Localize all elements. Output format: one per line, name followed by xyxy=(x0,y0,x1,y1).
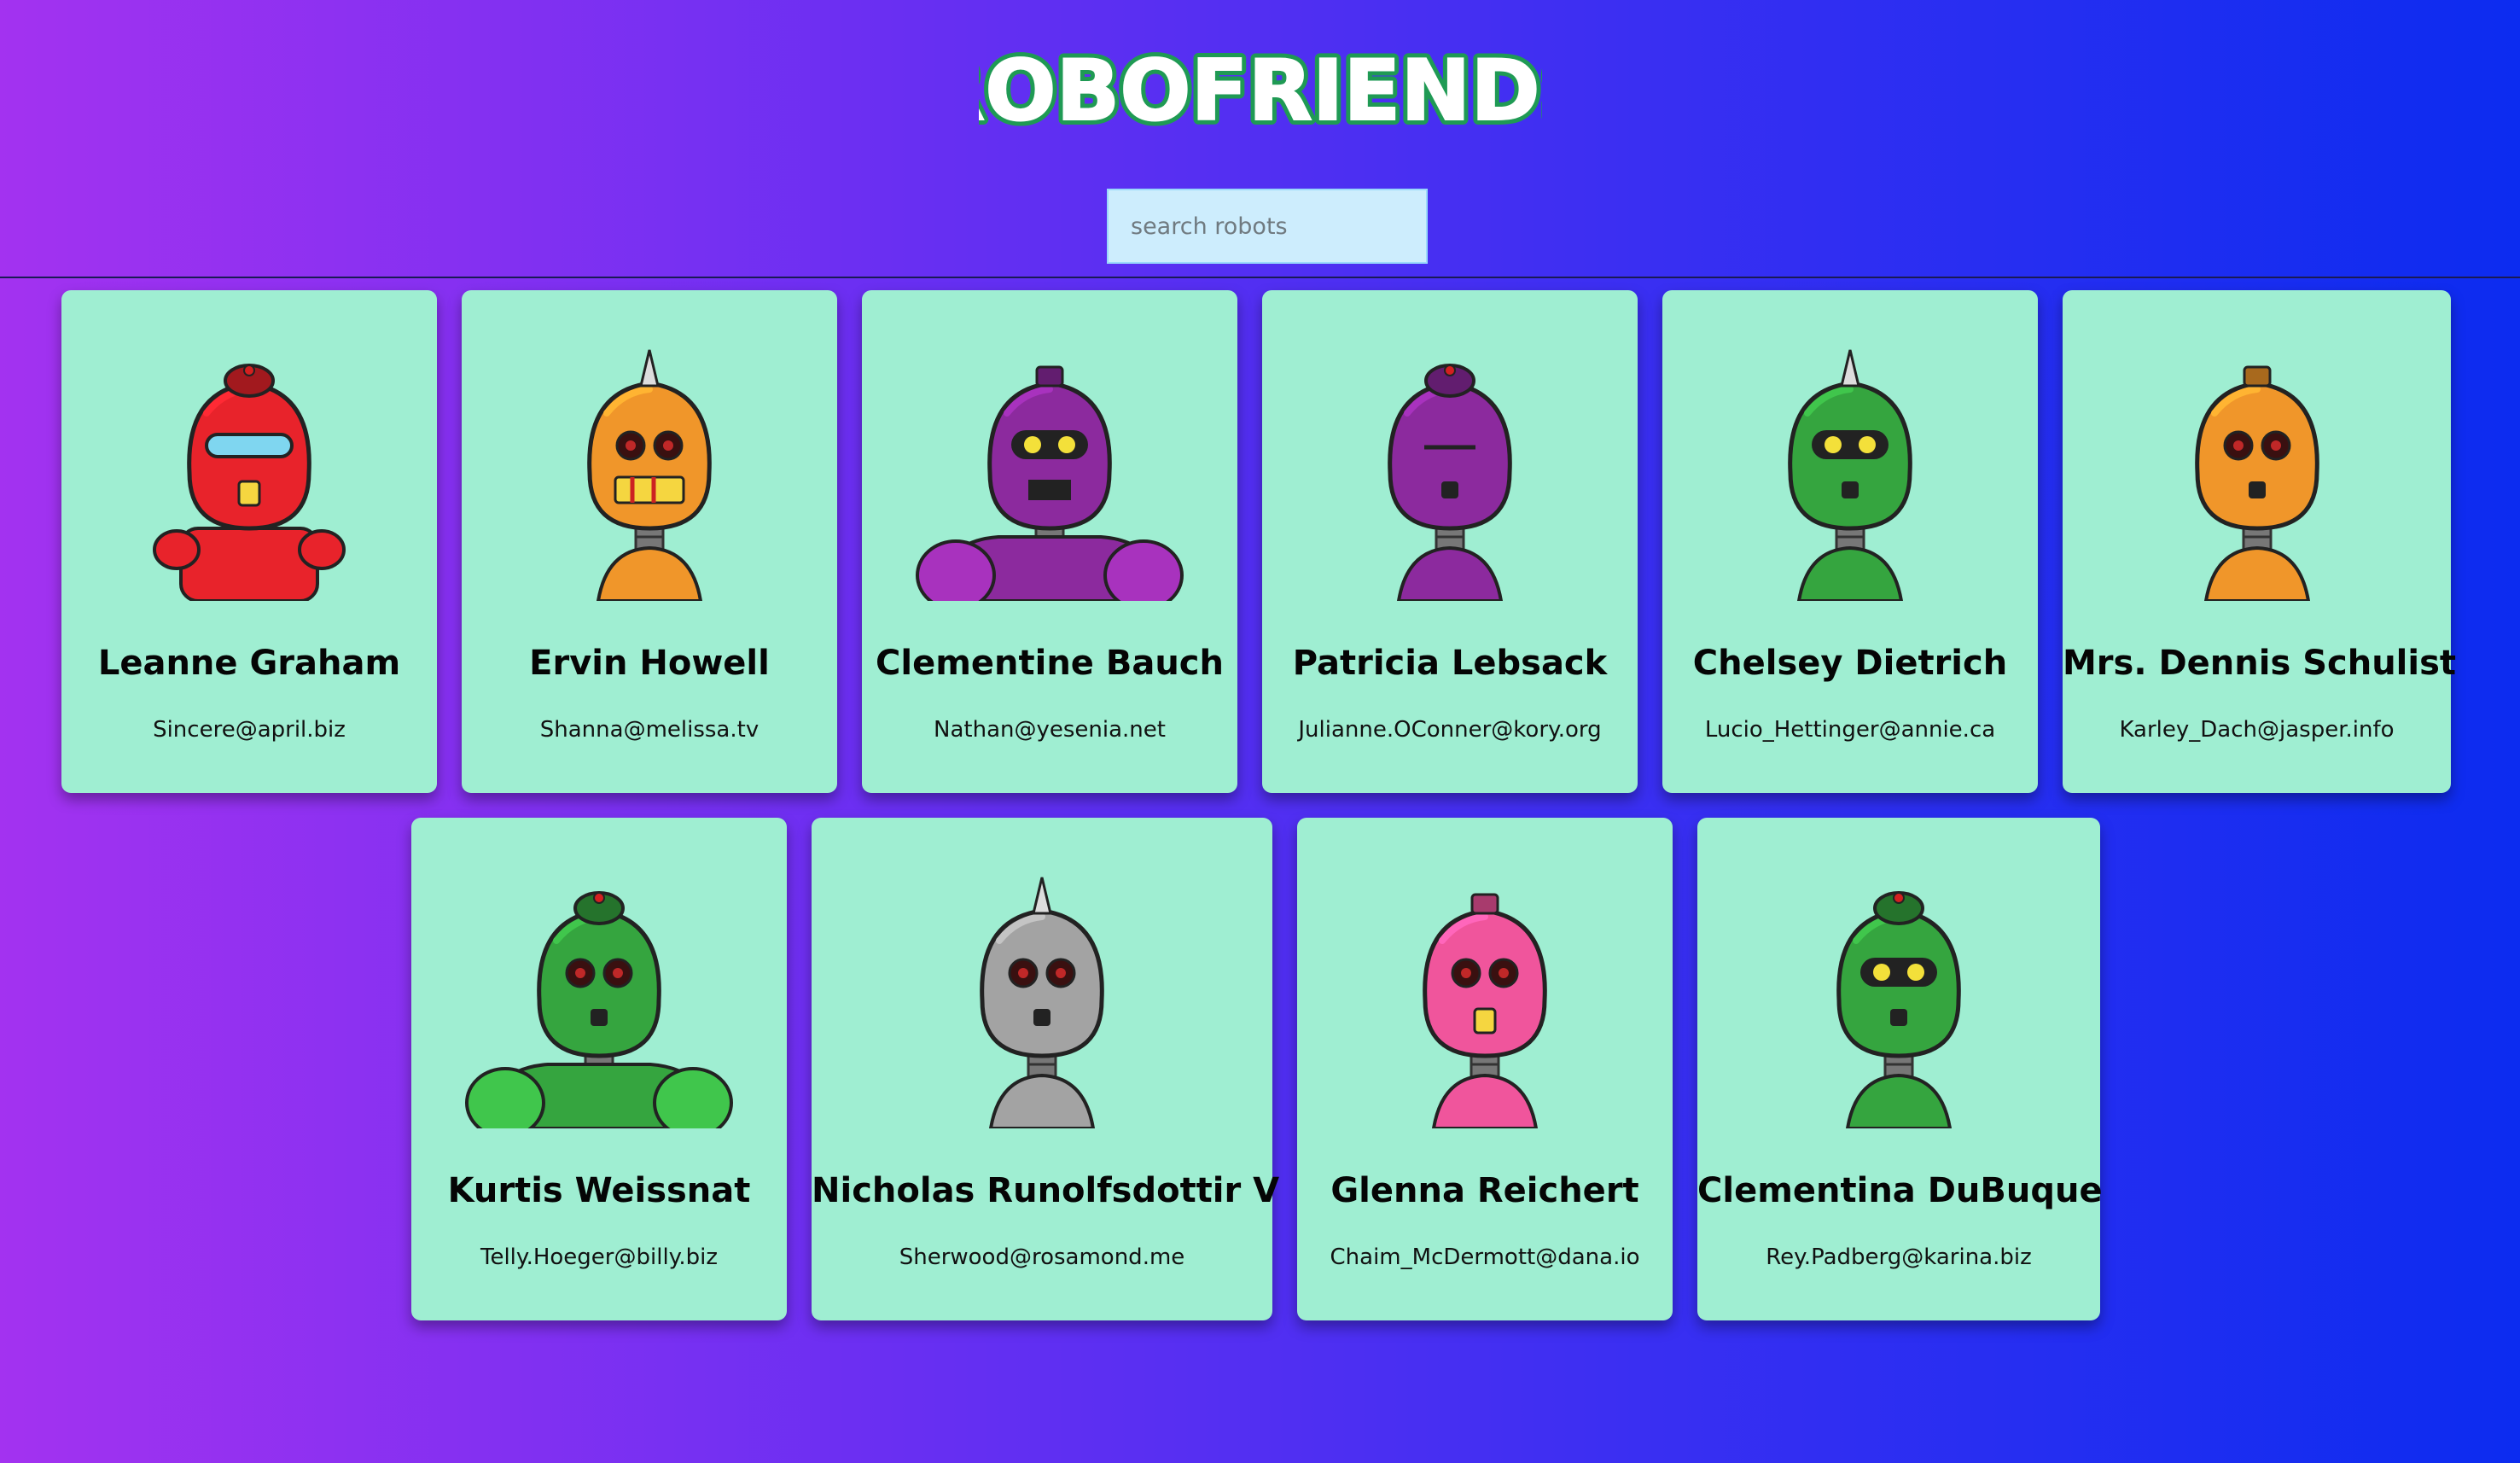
robot-card[interactable]: Ervin Howell Shanna@melissa.tv xyxy=(462,290,837,793)
robot-card[interactable]: Glenna Reichert Chaim_McDermott@dana.io xyxy=(1297,818,1673,1320)
robot-name: Leanne Graham xyxy=(97,644,401,683)
robot-email: Chaim_McDermott@dana.io xyxy=(1330,1244,1640,1270)
robot-card[interactable]: Kurtis Weissnat Telly.Hoeger@billy.biz xyxy=(411,818,787,1320)
robot-avatar xyxy=(1388,364,1512,601)
app-title: ROBOFRIENDS xyxy=(979,43,1542,135)
header-divider xyxy=(0,277,2520,278)
robot-card[interactable]: Clementine Bauch Nathan@yesenia.net xyxy=(862,290,1237,793)
robot-avatar xyxy=(1788,349,1912,601)
search-box xyxy=(1107,189,1428,264)
robot-avatar xyxy=(1836,891,1961,1128)
robot-email: Nathan@yesenia.net xyxy=(934,717,1166,743)
robot-name: Clementina DuBuque xyxy=(1697,1171,2103,1210)
robot-email: Rey.Padberg@karina.biz xyxy=(1766,1244,2032,1270)
app-logo: ROBOFRIENDS ROBOFRIENDS xyxy=(0,41,2520,138)
robot-email: Lucio_Hettinger@annie.ca xyxy=(1704,717,1996,743)
robot-card[interactable]: Chelsey Dietrich Lucio_Hettinger@annie.ca xyxy=(1662,290,2038,793)
app-title-logo: ROBOFRIENDS ROBOFRIENDS xyxy=(979,41,1542,135)
robot-card[interactable]: Nicholas Runolfsdottir V Sherwood@rosamon… xyxy=(812,818,1280,1320)
robot-avatar xyxy=(153,364,346,601)
robot-card[interactable]: Leanne Graham Sincere@april.biz xyxy=(61,290,437,793)
robot-name: Glenna Reichert xyxy=(1330,1171,1639,1210)
search-input[interactable] xyxy=(1107,189,1428,264)
robot-avatar xyxy=(1423,893,1547,1128)
robot-email: Sherwood@rosamond.me xyxy=(899,1244,1185,1270)
robot-email: Karley_Dach@jasper.info xyxy=(2119,717,2395,743)
robot-avatar xyxy=(587,349,712,601)
robot-name: Chelsey Dietrich xyxy=(1692,644,2008,683)
robot-avatar xyxy=(980,877,1104,1128)
robot-avatar xyxy=(465,891,733,1128)
robot-email: Julianne.OConner@kory.org xyxy=(1298,717,1602,743)
robot-card[interactable]: Patricia Lebsack Julianne.OConner@kory.or… xyxy=(1262,290,1638,793)
robot-email: Sincere@april.biz xyxy=(153,717,346,743)
robot-email: Telly.Hoeger@billy.biz xyxy=(480,1244,718,1270)
robot-name: Nicholas Runolfsdottir V xyxy=(812,1171,1280,1210)
robot-name: Patricia Lebsack xyxy=(1292,644,1608,683)
robot-name: Mrs. Dennis Schulist xyxy=(2063,644,2457,683)
robot-name: Ervin Howell xyxy=(529,644,770,683)
robot-name: Clementine Bauch xyxy=(876,644,1224,683)
robot-card[interactable]: Clementina DuBuque Rey.Padberg@karina.biz xyxy=(1697,818,2103,1320)
robot-avatar xyxy=(916,365,1184,601)
robot-email: Shanna@melissa.tv xyxy=(539,717,759,743)
robot-card[interactable]: Mrs. Dennis Schulist Karley_Dach@jasper.i… xyxy=(2063,290,2457,793)
robot-name: Kurtis Weissnat xyxy=(447,1171,751,1210)
robot-avatar xyxy=(2194,365,2319,601)
